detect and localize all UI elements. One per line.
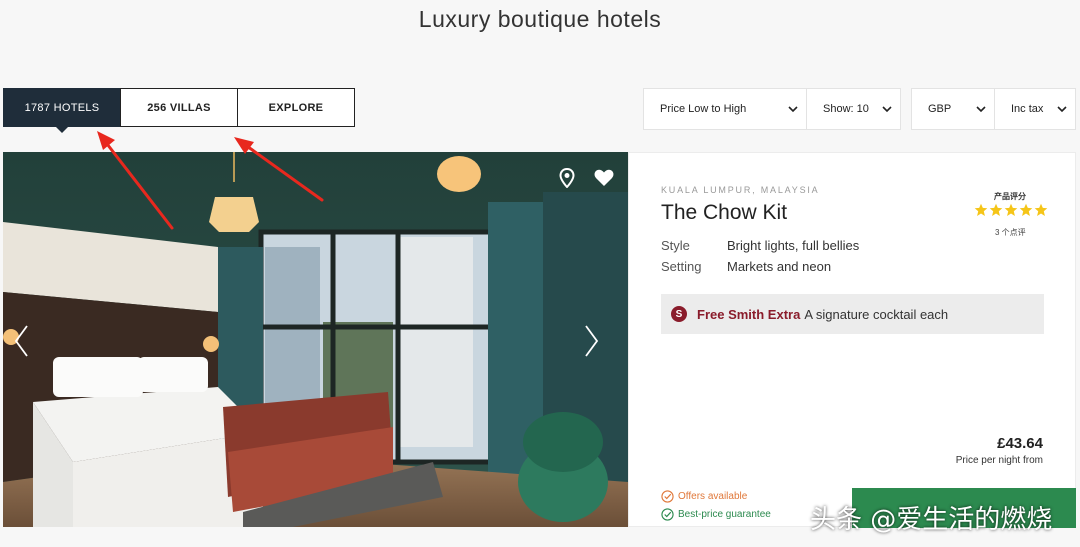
offers-available[interactable]: Offers available [661, 490, 747, 503]
currency-label: GBP [928, 103, 952, 115]
perk-text: A signature cocktail each [804, 306, 949, 322]
hotel-room-image [3, 152, 628, 527]
style-value: Bright lights, full bellies [727, 238, 860, 253]
sort-select-label: Price Low to High [660, 103, 747, 115]
show-count-select[interactable]: Show: 10 [806, 88, 901, 130]
price-note: Price per night from [955, 455, 1043, 466]
setting-value: Markets and neon [727, 259, 832, 274]
hotel-photo[interactable] [3, 152, 628, 527]
star-icon [989, 203, 1003, 216]
map-pin-icon[interactable] [559, 168, 575, 188]
offers-text: Offers available [678, 491, 748, 502]
style-label: Style [661, 238, 690, 253]
chevron-down-icon [874, 105, 900, 113]
tax-select[interactable]: Inc tax [994, 88, 1076, 130]
chevron-down-icon [968, 105, 994, 113]
sort-select[interactable]: Price Low to High [643, 88, 807, 130]
tax-label: Inc tax [1011, 103, 1044, 115]
star-icon [1019, 203, 1033, 216]
show-count-label: Show: 10 [823, 103, 869, 115]
review-count[interactable]: 3 个点评 [995, 227, 1026, 238]
smith-badge-icon: S [671, 306, 687, 322]
rating-stars [974, 203, 1048, 217]
price: £43.64 [997, 435, 1043, 452]
check-circle-icon [661, 490, 674, 503]
chevron-right-icon[interactable] [584, 324, 600, 358]
rating-title: 产品评分 [994, 192, 1026, 201]
chevron-down-icon [780, 105, 806, 113]
watermark: 头条 @爱生活的燃烧 [810, 505, 1053, 535]
setting-label: Setting [661, 259, 702, 274]
results-tabs: 1787 HOTELS 256 VILLAS EXPLORE [3, 88, 355, 133]
best-price-guarantee[interactable]: Best-price guarantee [661, 508, 771, 521]
star-icon [974, 203, 988, 216]
tab-explore[interactable]: EXPLORE [237, 88, 355, 127]
star-icon [1004, 203, 1018, 216]
perk-title: Free Smith Extra [697, 306, 801, 322]
tab-villas[interactable]: 256 VILLAS [120, 88, 238, 127]
style-row: Style Bright lights, full bellies [661, 238, 859, 253]
page-title: Luxury boutique hotels [418, 6, 662, 32]
tab-hotels[interactable]: 1787 HOTELS [3, 88, 121, 133]
heart-icon[interactable] [594, 169, 614, 187]
hotel-name[interactable]: The Chow Kit [661, 201, 787, 225]
check-circle-icon [661, 508, 674, 521]
currency-select[interactable]: GBP [911, 88, 995, 130]
chevron-left-icon[interactable] [13, 324, 29, 358]
hotel-info-panel: KUALA LUMPUR, MALAYSIA The Chow Kit Styl… [628, 152, 1076, 528]
smith-extra-banner: S Free Smith Extra A signature cocktail … [661, 294, 1044, 334]
chevron-down-icon [1049, 105, 1075, 113]
star-icon [1034, 203, 1048, 216]
hotel-location: KUALA LUMPUR, MALAYSIA [661, 185, 820, 195]
setting-row: Setting Markets and neon [661, 259, 831, 274]
guarantee-text: Best-price guarantee [678, 509, 771, 520]
